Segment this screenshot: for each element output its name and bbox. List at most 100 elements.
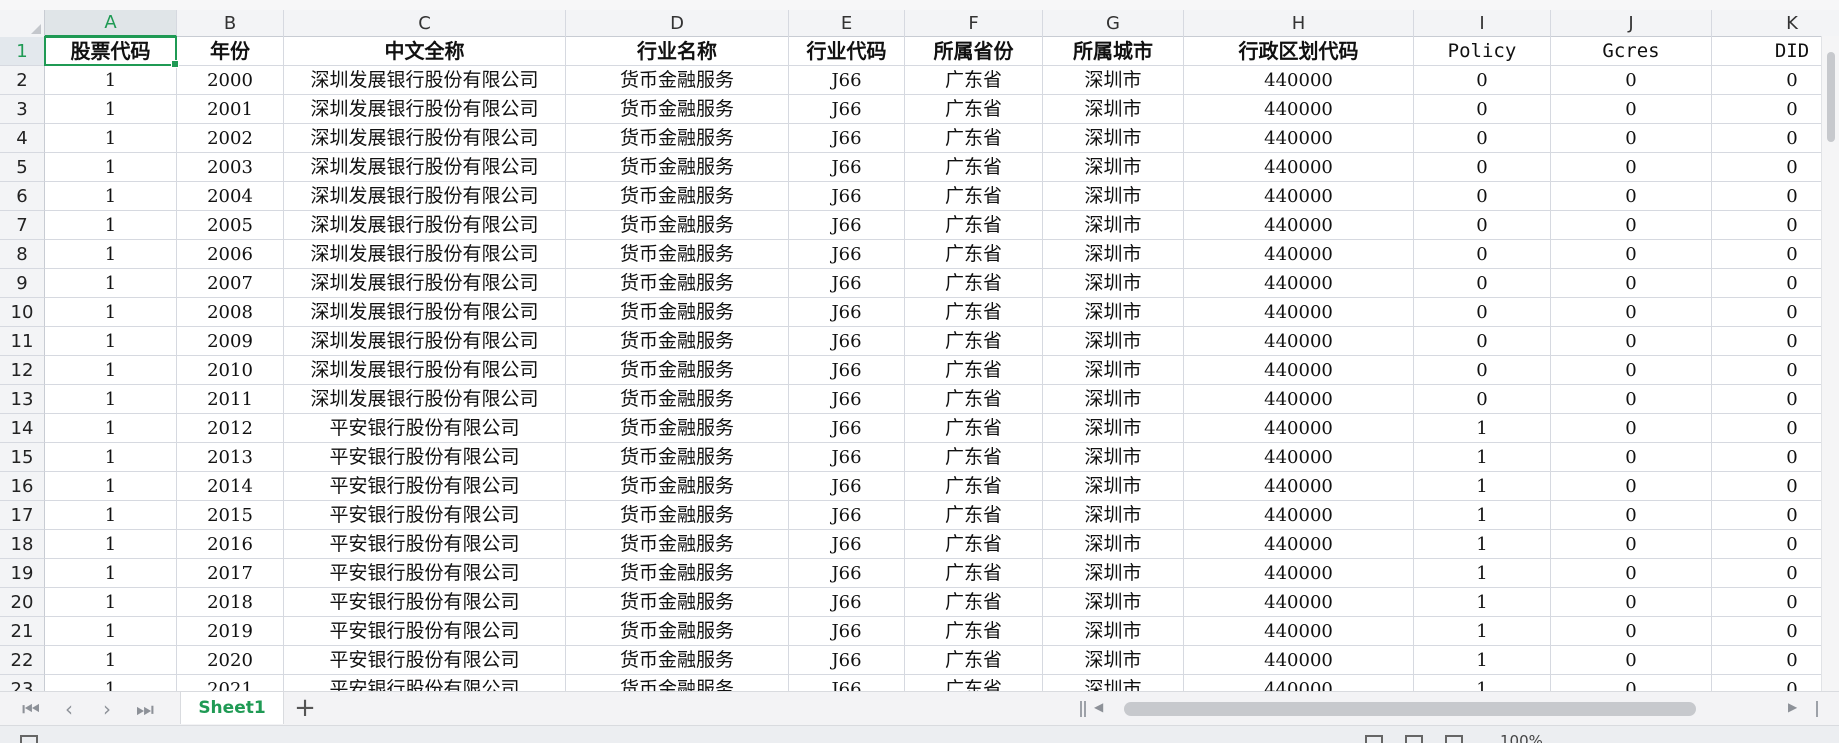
cell-a[interactable]: 1 — [45, 153, 177, 182]
column-header-h[interactable]: H — [1184, 10, 1414, 37]
cell-e[interactable]: J66 — [789, 240, 905, 269]
cell-a[interactable]: 1 — [45, 385, 177, 414]
cell-f[interactable]: 广东省 — [905, 95, 1043, 124]
cell-j[interactable]: 0 — [1551, 530, 1712, 559]
cell-e[interactable]: J66 — [789, 530, 905, 559]
cell-e[interactable]: J66 — [789, 501, 905, 530]
header-cell-c[interactable]: 中文全称 — [284, 37, 566, 66]
cell-b[interactable]: 2002 — [177, 124, 284, 153]
cell-e[interactable]: J66 — [789, 385, 905, 414]
row-header[interactable]: 13 — [0, 385, 45, 414]
first-sheet-button[interactable]: ⏮ — [18, 697, 44, 721]
header-cell-a[interactable]: 股票代码 — [45, 37, 177, 66]
cell-j[interactable]: 0 — [1551, 588, 1712, 617]
row-header[interactable]: 23 — [0, 675, 45, 691]
cell-h[interactable]: 440000 — [1184, 66, 1414, 95]
column-header-b[interactable]: B — [177, 10, 284, 37]
cell-e[interactable]: J66 — [789, 66, 905, 95]
cell-d[interactable]: 货币金融服务 — [566, 327, 789, 356]
cell-j[interactable]: 0 — [1551, 182, 1712, 211]
cell-f[interactable]: 广东省 — [905, 617, 1043, 646]
cell-h[interactable]: 440000 — [1184, 414, 1414, 443]
cell-g[interactable]: 深圳市 — [1043, 559, 1184, 588]
cell-b[interactable]: 2011 — [177, 385, 284, 414]
cell-d[interactable]: 货币金融服务 — [566, 559, 789, 588]
cell-e[interactable]: J66 — [789, 559, 905, 588]
cell-h[interactable]: 440000 — [1184, 182, 1414, 211]
cell-d[interactable]: 货币金融服务 — [566, 211, 789, 240]
cell-h[interactable]: 440000 — [1184, 617, 1414, 646]
cell-h[interactable]: 440000 — [1184, 240, 1414, 269]
cell-a[interactable]: 1 — [45, 617, 177, 646]
cell-g[interactable]: 深圳市 — [1043, 298, 1184, 327]
cell-c[interactable]: 平安银行股份有限公司 — [284, 675, 566, 691]
row-header[interactable]: 4 — [0, 124, 45, 153]
cell-a[interactable]: 1 — [45, 327, 177, 356]
cell-a[interactable]: 1 — [45, 240, 177, 269]
cell-f[interactable]: 广东省 — [905, 327, 1043, 356]
cell-j[interactable]: 0 — [1551, 414, 1712, 443]
cell-i[interactable]: 1 — [1414, 617, 1551, 646]
cell-d[interactable]: 货币金融服务 — [566, 66, 789, 95]
cell-i[interactable]: 1 — [1414, 675, 1551, 691]
cell-d[interactable]: 货币金融服务 — [566, 501, 789, 530]
cell-f[interactable]: 广东省 — [905, 472, 1043, 501]
cell-i[interactable]: 1 — [1414, 472, 1551, 501]
header-cell-d[interactable]: 行业名称 — [566, 37, 789, 66]
cell-k[interactable]: 0 — [1712, 66, 1839, 95]
cell-c[interactable]: 平安银行股份有限公司 — [284, 646, 566, 675]
cell-g[interactable]: 深圳市 — [1043, 124, 1184, 153]
cell-c[interactable]: 平安银行股份有限公司 — [284, 530, 566, 559]
cell-b[interactable]: 2016 — [177, 530, 284, 559]
cell-f[interactable]: 广东省 — [905, 298, 1043, 327]
cell-i[interactable]: 0 — [1414, 182, 1551, 211]
cell-h[interactable]: 440000 — [1184, 530, 1414, 559]
cell-k[interactable]: 0 — [1712, 472, 1839, 501]
cell-a[interactable]: 1 — [45, 501, 177, 530]
cell-f[interactable]: 广东省 — [905, 646, 1043, 675]
cell-f[interactable]: 广东省 — [905, 182, 1043, 211]
cell-i[interactable]: 1 — [1414, 443, 1551, 472]
cell-e[interactable]: J66 — [789, 414, 905, 443]
cell-g[interactable]: 深圳市 — [1043, 356, 1184, 385]
cell-d[interactable]: 货币金融服务 — [566, 646, 789, 675]
column-header-k[interactable]: K — [1712, 10, 1839, 37]
cell-g[interactable]: 深圳市 — [1043, 153, 1184, 182]
cell-d[interactable]: 货币金融服务 — [566, 240, 789, 269]
cell-k[interactable]: 0 — [1712, 211, 1839, 240]
cell-j[interactable]: 0 — [1551, 356, 1712, 385]
cell-i[interactable]: 0 — [1414, 211, 1551, 240]
column-header-j[interactable]: J — [1551, 10, 1712, 37]
cell-g[interactable]: 深圳市 — [1043, 675, 1184, 691]
cell-b[interactable]: 2015 — [177, 501, 284, 530]
cell-d[interactable]: 货币金融服务 — [566, 269, 789, 298]
cell-h[interactable]: 440000 — [1184, 443, 1414, 472]
cell-c[interactable]: 深圳发展银行股份有限公司 — [284, 327, 566, 356]
cell-j[interactable]: 0 — [1551, 559, 1712, 588]
cell-d[interactable]: 货币金融服务 — [566, 153, 789, 182]
cell-f[interactable]: 广东省 — [905, 385, 1043, 414]
cell-a[interactable]: 1 — [45, 443, 177, 472]
cell-h[interactable]: 440000 — [1184, 124, 1414, 153]
cell-k[interactable]: 0 — [1712, 124, 1839, 153]
cell-f[interactable]: 广东省 — [905, 530, 1043, 559]
cell-f[interactable]: 广东省 — [905, 356, 1043, 385]
prev-sheet-button[interactable]: ‹ — [56, 697, 82, 721]
cell-j[interactable]: 0 — [1551, 617, 1712, 646]
cell-b[interactable]: 2008 — [177, 298, 284, 327]
column-header-g[interactable]: G — [1043, 10, 1184, 37]
cell-a[interactable]: 1 — [45, 298, 177, 327]
scroll-left-icon[interactable]: ◀ — [1094, 700, 1103, 714]
row-header[interactable]: 6 — [0, 182, 45, 211]
cell-a[interactable]: 1 — [45, 530, 177, 559]
cell-d[interactable]: 货币金融服务 — [566, 414, 789, 443]
cell-i[interactable]: 1 — [1414, 559, 1551, 588]
cell-b[interactable]: 2010 — [177, 356, 284, 385]
cell-f[interactable]: 广东省 — [905, 240, 1043, 269]
normal-view-icon[interactable] — [1365, 735, 1383, 743]
cell-e[interactable]: J66 — [789, 646, 905, 675]
cell-k[interactable]: 0 — [1712, 240, 1839, 269]
cell-f[interactable]: 广东省 — [905, 211, 1043, 240]
cell-e[interactable]: J66 — [789, 617, 905, 646]
cell-k[interactable]: 0 — [1712, 327, 1839, 356]
